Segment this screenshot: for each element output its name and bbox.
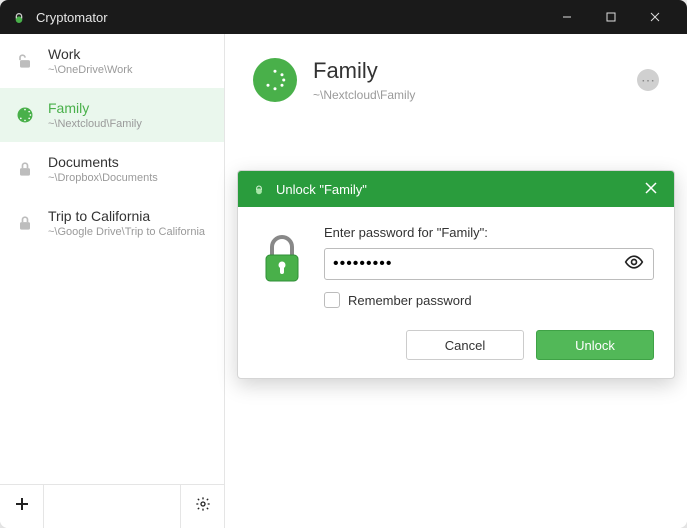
sidebar-item-label: Work [48, 46, 132, 62]
sidebar-item-label: Documents [48, 154, 158, 170]
add-vault-button[interactable] [0, 485, 44, 528]
main-panel: Family ~\Nextcloud\Family ⋯ Unlock "Fami… [225, 34, 687, 528]
lock-icon [14, 213, 36, 233]
sidebar-item-label: Family [48, 100, 142, 116]
dialog-titlebar: Unlock "Family" [238, 171, 674, 207]
gear-icon [195, 495, 211, 518]
unlock-dialog: Unlock "Family" Enter password for "Fami… [237, 170, 675, 379]
spinner-icon [14, 105, 36, 125]
sidebar: Work ~\OneDrive\Work Family ~\Nextcloud\… [0, 34, 225, 528]
app-title: Cryptomator [36, 10, 108, 25]
unlock-button[interactable]: Unlock [536, 330, 654, 360]
app-window: Cryptomator Work ~\OneDrive\Work [0, 0, 687, 528]
lock-open-icon [14, 51, 36, 71]
cancel-button[interactable]: Cancel [406, 330, 524, 360]
sidebar-footer [0, 484, 224, 528]
reveal-password-button[interactable] [623, 252, 645, 277]
plus-icon [14, 495, 30, 518]
app-logo-icon [10, 8, 28, 26]
settings-button[interactable] [180, 485, 224, 528]
sidebar-item-path: ~\Dropbox\Documents [48, 172, 158, 184]
sidebar-item-label: Trip to California [48, 208, 205, 224]
sidebar-item-work[interactable]: Work ~\OneDrive\Work [0, 34, 224, 88]
close-button[interactable] [633, 0, 677, 34]
vault-list: Work ~\OneDrive\Work Family ~\Nextcloud\… [0, 34, 224, 484]
dialog-prompt: Enter password for "Family": [324, 225, 654, 240]
dialog-footer: Cancel Unlock [238, 324, 674, 378]
sidebar-item-path: ~\Nextcloud\Family [48, 118, 142, 130]
eye-icon [624, 252, 644, 277]
remember-label: Remember password [348, 293, 472, 308]
vault-name: Family [313, 58, 415, 84]
lock-icon [258, 233, 306, 308]
ellipsis-icon: ⋯ [641, 72, 655, 89]
remember-row: Remember password [324, 292, 654, 308]
sidebar-item-path: ~\OneDrive\Work [48, 64, 132, 76]
footer-spacer [44, 485, 180, 528]
app-logo-icon [250, 180, 268, 198]
dialog-close-button[interactable] [640, 178, 662, 200]
maximize-button[interactable] [589, 0, 633, 34]
vault-path: ~\Nextcloud\Family [313, 88, 415, 102]
dialog-title: Unlock "Family" [276, 182, 367, 197]
vault-header: Family ~\Nextcloud\Family ⋯ [253, 58, 659, 102]
password-field-wrapper [324, 248, 654, 280]
sidebar-item-path: ~\Google Drive\Trip to California [48, 226, 205, 238]
titlebar: Cryptomator [0, 0, 687, 34]
content-area: Work ~\OneDrive\Work Family ~\Nextcloud\… [0, 34, 687, 528]
close-icon [645, 182, 657, 197]
sidebar-item-family[interactable]: Family ~\Nextcloud\Family [0, 88, 224, 142]
lock-icon [14, 159, 36, 179]
sidebar-item-documents[interactable]: Documents ~\Dropbox\Documents [0, 142, 224, 196]
remember-checkbox[interactable] [324, 292, 340, 308]
password-input[interactable] [333, 255, 623, 273]
sidebar-item-trip[interactable]: Trip to California ~\Google Drive\Trip t… [0, 196, 224, 250]
more-button[interactable]: ⋯ [637, 69, 659, 91]
spinner-icon [253, 58, 297, 102]
minimize-button[interactable] [545, 0, 589, 34]
